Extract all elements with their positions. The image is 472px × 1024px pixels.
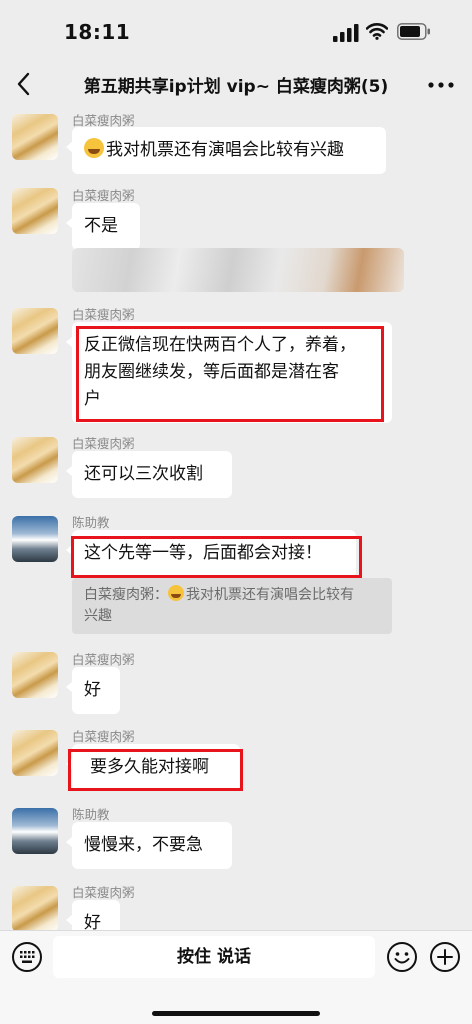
grin-emoji-icon (168, 585, 184, 601)
message-list[interactable]: 白菜瘦肉粥 我对机票还有演唱会比较有兴趣 白菜瘦肉粥 不是 白菜瘦肉粥 反正微信… (0, 108, 472, 930)
message-bubble[interactable]: 好 (66, 900, 120, 930)
quoted-message[interactable]: 白菜瘦肉粥： 我对机票还有演唱会比较有 兴趣 (72, 578, 392, 634)
message-bubble[interactable]: 好 (66, 667, 120, 714)
message-bubble[interactable]: 我对机票还有演唱会比较有兴趣 (66, 127, 386, 174)
red-highlight-box (71, 536, 362, 578)
quote-line: 白菜瘦肉粥： 我对机票还有演唱会比较有 (84, 585, 380, 606)
message-text: 不是 (84, 216, 118, 236)
message-text: 好 (84, 680, 101, 700)
chat-title: 第五期共享ip计划 vip~ 白菜瘦肉粥(5) (83, 77, 389, 97)
home-indicator (152, 1011, 320, 1016)
message-bubble[interactable]: 慢慢来，不要急 (66, 822, 232, 869)
sender-name: 白菜瘦肉粥 (72, 307, 135, 322)
avatar[interactable] (12, 188, 58, 234)
keyboard-icon[interactable] (11, 941, 43, 973)
avatar[interactable] (12, 808, 58, 854)
avatar[interactable] (12, 516, 58, 562)
battery-icon (397, 23, 430, 40)
message-bubble[interactable]: 不是 (66, 203, 140, 250)
avatar[interactable] (12, 114, 58, 160)
blurred-image-message[interactable] (72, 248, 404, 292)
sender-name: 陈助教 (72, 515, 110, 530)
sender-name: 白菜瘦肉粥 (72, 652, 135, 667)
quote-line: 兴趣 (84, 608, 112, 624)
quote-text: 白菜瘦肉粥： (84, 587, 168, 603)
sender-name: 陈助教 (72, 807, 110, 822)
sender-name: 白菜瘦肉粥 (72, 729, 135, 744)
avatar[interactable] (12, 308, 58, 354)
cellular-signal-icon (333, 24, 359, 42)
hold-to-talk-button[interactable]: 按住 说话 (53, 936, 375, 978)
emoji-icon[interactable] (386, 941, 418, 973)
red-highlight-box (76, 326, 384, 422)
sender-name: 白菜瘦肉粥 (72, 188, 135, 203)
message-text: 我对机票还有演唱会比较有兴趣 (106, 140, 344, 160)
quote-text: 我对机票还有演唱会比较有 (186, 587, 354, 603)
sender-name: 白菜瘦肉粥 (72, 885, 135, 900)
more-options-icon[interactable] (428, 82, 454, 88)
avatar[interactable] (12, 730, 58, 776)
back-icon[interactable] (12, 70, 36, 98)
chat-header: 第五期共享ip计划 vip~ 白菜瘦肉粥(5) (0, 62, 472, 108)
red-highlight-box (68, 749, 243, 791)
avatar[interactable] (12, 886, 58, 930)
sender-name: 白菜瘦肉粥 (72, 436, 135, 451)
avatar[interactable] (12, 437, 58, 483)
grin-emoji-icon (84, 138, 104, 158)
plus-icon[interactable] (429, 941, 461, 973)
wifi-icon (366, 23, 388, 40)
input-bar: 按住 说话 (0, 930, 472, 1024)
status-time: 18:11 (64, 20, 131, 44)
avatar[interactable] (12, 652, 58, 698)
message-text: 慢慢来，不要急 (84, 835, 203, 855)
message-bubble[interactable]: 还可以三次收割 (66, 451, 232, 498)
message-text: 好 (84, 913, 101, 930)
status-bar: 18:11 (0, 0, 472, 62)
message-text: 还可以三次收割 (84, 464, 203, 484)
